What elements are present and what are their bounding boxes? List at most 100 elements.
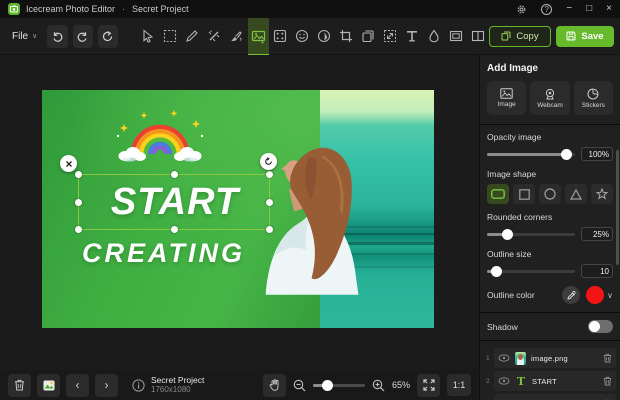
rainbow-sticker[interactable] <box>114 104 206 168</box>
file-menu-button[interactable]: File ∨ <box>12 31 37 42</box>
actual-size-button[interactable]: 1:1 <box>447 374 471 396</box>
tool-fill[interactable] <box>314 18 335 55</box>
star-icon <box>596 188 608 200</box>
hand-icon <box>269 379 280 391</box>
close-icon[interactable]: × <box>606 4 612 14</box>
zoom-out-icon[interactable] <box>293 379 306 392</box>
tool-magic-wand[interactable] <box>204 18 225 55</box>
tool-crop[interactable] <box>336 18 357 55</box>
trash-icon <box>14 379 25 391</box>
tool-strip <box>137 18 489 55</box>
handle-top-mid[interactable] <box>171 171 178 178</box>
tool-pencil[interactable] <box>182 18 203 55</box>
rounded-corners-value[interactable]: 25% <box>581 227 613 241</box>
layer-row-creating[interactable]: 3 T CREATING <box>494 394 616 400</box>
chevron-down-icon[interactable]: ∨ <box>607 291 613 300</box>
photo-editor-app: Icecream Photo Editor · Secret Project ?… <box>0 0 620 400</box>
tool-stickers[interactable] <box>292 18 313 55</box>
chevron-down-icon: ∨ <box>32 32 37 40</box>
delete-selection-button[interactable] <box>60 155 77 172</box>
rotate-selection-button[interactable] <box>260 153 277 170</box>
image-shape-label: Image shape <box>487 169 613 179</box>
tool-retouch[interactable] <box>226 18 247 55</box>
workspace: CREATING START <box>0 55 479 400</box>
tool-effects[interactable] <box>270 18 291 55</box>
girl-cutout[interactable] <box>264 130 406 328</box>
tool-cursor[interactable] <box>138 18 159 55</box>
handle-mid-right[interactable] <box>266 199 273 206</box>
tool-borders[interactable] <box>468 18 489 55</box>
eyedropper-icon <box>567 291 576 300</box>
gear-icon[interactable] <box>516 4 527 15</box>
outline-color-swatch[interactable] <box>586 286 604 304</box>
outline-size-slider[interactable] <box>487 270 575 273</box>
canvas-text-start[interactable]: START <box>79 175 271 231</box>
save-button[interactable]: Save <box>556 26 614 47</box>
outline-size-knob[interactable] <box>491 266 502 277</box>
layer-row-start[interactable]: 2 T START <box>494 371 616 391</box>
opacity-slider-knob[interactable] <box>561 149 572 160</box>
canvas-text-creating[interactable]: CREATING <box>82 238 245 269</box>
maximize-icon[interactable]: □ <box>586 4 592 14</box>
prev-page-button[interactable]: ‹ <box>66 374 89 397</box>
trash-icon[interactable] <box>603 376 612 386</box>
handle-bottom-right[interactable] <box>266 226 273 233</box>
eyedropper-button[interactable] <box>562 286 580 304</box>
tool-selection[interactable] <box>160 18 181 55</box>
sidebar-scrollbar[interactable] <box>616 150 619 265</box>
redo-button[interactable] <box>73 25 93 48</box>
reset-button[interactable] <box>98 25 118 48</box>
layer-row-image[interactable]: 1 image.png <box>494 348 616 368</box>
shape-circle-button[interactable] <box>539 184 561 204</box>
rounded-rect-icon <box>491 189 505 199</box>
zoom-slider-knob[interactable] <box>322 380 333 391</box>
help-icon[interactable]: ? <box>541 4 552 15</box>
shadow-toggle[interactable] <box>588 320 613 333</box>
canvas[interactable]: CREATING START <box>42 90 434 328</box>
tool-blur[interactable] <box>424 18 445 55</box>
visibility-icon[interactable] <box>498 377 510 385</box>
tool-add-image[interactable] <box>248 18 269 55</box>
opacity-slider[interactable] <box>487 153 575 156</box>
handle-top-left[interactable] <box>75 171 82 178</box>
handle-bottom-mid[interactable] <box>171 226 178 233</box>
tool-duplicate[interactable] <box>358 18 379 55</box>
shape-square-button[interactable] <box>513 184 535 204</box>
rounded-corners-knob[interactable] <box>502 229 513 240</box>
handle-mid-left[interactable] <box>75 199 82 206</box>
image-icon <box>500 88 513 99</box>
source-image-button[interactable]: Image <box>487 81 526 115</box>
panel-title: Add Image <box>487 63 613 74</box>
copy-button[interactable]: Copy <box>489 26 551 47</box>
outline-size-value[interactable]: 10 <box>581 264 613 278</box>
shape-triangle-button[interactable] <box>565 184 587 204</box>
delete-page-button[interactable] <box>8 374 31 397</box>
zoom-slider[interactable] <box>313 384 365 387</box>
shape-rounded-rect-button[interactable] <box>487 184 509 204</box>
background-button[interactable] <box>37 374 60 397</box>
tool-resize[interactable] <box>380 18 401 55</box>
source-stickers-button[interactable]: Stickers <box>574 81 613 115</box>
undo-button[interactable] <box>47 25 67 48</box>
tool-frame[interactable] <box>446 18 467 55</box>
handle-top-right[interactable] <box>266 171 273 178</box>
zoom-in-icon[interactable] <box>372 379 385 392</box>
triangle-icon <box>570 189 582 200</box>
next-page-button[interactable]: › <box>95 374 118 397</box>
stickers-icon <box>587 88 599 100</box>
shape-star-button[interactable] <box>591 184 613 204</box>
handle-bottom-left[interactable] <box>75 226 82 233</box>
source-webcam-button[interactable]: Webcam <box>530 81 569 115</box>
fit-screen-button[interactable] <box>417 374 440 397</box>
visibility-icon[interactable] <box>498 354 510 362</box>
opacity-value[interactable]: 100% <box>581 147 613 161</box>
app-logo-icon <box>8 3 20 15</box>
rounded-corners-slider[interactable] <box>487 233 575 236</box>
pan-tool-button[interactable] <box>263 374 286 397</box>
trash-icon[interactable] <box>603 353 612 363</box>
title-separator: · <box>122 4 125 14</box>
selection-box[interactable]: START <box>78 174 270 230</box>
square-icon <box>519 189 530 200</box>
minimize-icon[interactable]: − <box>566 4 572 14</box>
tool-text[interactable] <box>402 18 423 55</box>
